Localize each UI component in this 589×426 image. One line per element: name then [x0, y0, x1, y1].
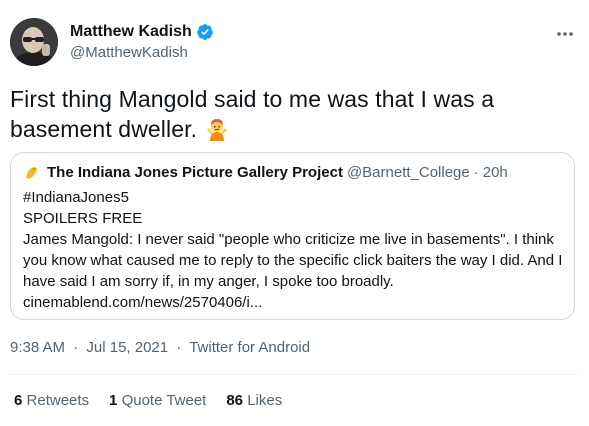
quote-tweets-count: 1 [109, 392, 118, 409]
divider [10, 374, 579, 375]
retweets-label: Retweets [26, 392, 90, 409]
verified-badge-icon [196, 23, 214, 41]
quoted-author-avatar [23, 164, 41, 182]
tweet-time[interactable]: 9:38 AM [10, 339, 65, 356]
avatar[interactable] [10, 18, 58, 66]
meta-separator: · [176, 339, 182, 356]
retweets-stat[interactable]: 6 Retweets [14, 391, 89, 411]
tweet-meta: 9:38 AM · Jul 15, 2021 · Twitter for And… [10, 338, 310, 358]
tweet-stats: 6 Retweets 1 Quote Tweet 86 Likes [14, 391, 302, 411]
tweet-header: Matthew Kadish @MatthewKadish [10, 14, 579, 70]
author-info: Matthew Kadish @MatthewKadish [70, 22, 214, 63]
quoted-author-handle[interactable]: @Barnett_College [347, 163, 470, 183]
author-display-name[interactable]: Matthew Kadish [70, 22, 192, 42]
quoted-tweet-header: The Indiana Jones Picture Gallery Projec… [23, 163, 562, 183]
meta-separator: · [73, 339, 79, 356]
more-options-icon[interactable] [555, 24, 575, 44]
quoted-tweet-age[interactable]: 20h [483, 163, 508, 183]
quoted-text-line: SPOILERS FREE [23, 210, 143, 227]
avatar-image [10, 18, 58, 66]
likes-stat[interactable]: 86 Likes [226, 391, 282, 411]
person-shrugging-emoji-icon [206, 117, 228, 141]
retweets-count: 6 [14, 392, 23, 409]
quoted-text-paragraph: James Mangold: I never said "people who … [23, 231, 563, 290]
quoted-tweet-body: #IndianaJones5 SPOILERS FREE James Mango… [23, 187, 564, 313]
meta-separator: · [473, 164, 479, 181]
quote-tweets-stat[interactable]: 1 Quote Tweet [109, 391, 206, 411]
tweet-date[interactable]: Jul 15, 2021 [86, 339, 168, 356]
quoted-hashtag[interactable]: #IndianaJones5 [23, 187, 564, 208]
likes-count: 86 [226, 392, 244, 409]
tweet-text: First thing Mangold said to me was that … [10, 84, 570, 144]
tweet-text-content: First thing Mangold said to me was that … [10, 86, 495, 142]
quoted-author-name[interactable]: The Indiana Jones Picture Gallery Projec… [47, 163, 343, 183]
quoted-link[interactable]: cinemablend.com/news/2570406/i... [23, 292, 564, 313]
tweet-card: Matthew Kadish @MatthewKadish First thin… [0, 0, 589, 426]
likes-label: Likes [247, 392, 283, 409]
quote-tweets-label: Quote Tweet [121, 392, 207, 409]
tweet-source[interactable]: Twitter for Android [189, 339, 310, 356]
quoted-tweet[interactable]: The Indiana Jones Picture Gallery Projec… [10, 152, 575, 320]
author-handle[interactable]: @MatthewKadish [70, 43, 214, 63]
